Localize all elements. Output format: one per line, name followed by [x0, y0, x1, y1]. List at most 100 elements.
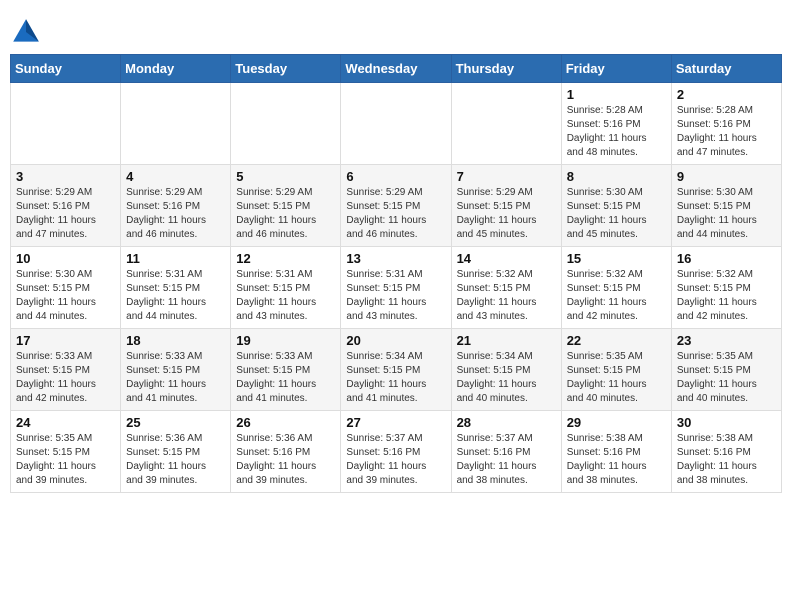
day-info: Sunrise: 5:34 AMSunset: 5:15 PMDaylight:…: [346, 350, 445, 406]
weekday-header: Sunday: [11, 55, 121, 83]
day-info: Sunrise: 5:37 AMSunset: 5:16 PMDaylight:…: [457, 432, 556, 488]
calendar-cell: 27 Sunrise: 5:37 AMSunset: 5:16 PMDaylig…: [341, 411, 451, 493]
calendar-cell: 16 Sunrise: 5:32 AMSunset: 5:15 PMDaylig…: [671, 247, 781, 329]
day-number: 24: [16, 415, 115, 430]
day-info: Sunrise: 5:35 AMSunset: 5:15 PMDaylight:…: [677, 350, 776, 406]
day-number: 4: [126, 169, 225, 184]
day-info: Sunrise: 5:29 AMSunset: 5:15 PMDaylight:…: [236, 186, 335, 242]
calendar-week-row: 3 Sunrise: 5:29 AMSunset: 5:16 PMDayligh…: [11, 165, 782, 247]
calendar-week-row: 10 Sunrise: 5:30 AMSunset: 5:15 PMDaylig…: [11, 247, 782, 329]
day-number: 30: [677, 415, 776, 430]
calendar-cell: [121, 83, 231, 165]
calendar-cell: 23 Sunrise: 5:35 AMSunset: 5:15 PMDaylig…: [671, 329, 781, 411]
calendar-cell: 20 Sunrise: 5:34 AMSunset: 5:15 PMDaylig…: [341, 329, 451, 411]
calendar-cell: 21 Sunrise: 5:34 AMSunset: 5:15 PMDaylig…: [451, 329, 561, 411]
day-info: Sunrise: 5:36 AMSunset: 5:15 PMDaylight:…: [126, 432, 225, 488]
calendar-cell: 8 Sunrise: 5:30 AMSunset: 5:15 PMDayligh…: [561, 165, 671, 247]
day-info: Sunrise: 5:34 AMSunset: 5:15 PMDaylight:…: [457, 350, 556, 406]
day-info: Sunrise: 5:33 AMSunset: 5:15 PMDaylight:…: [236, 350, 335, 406]
day-number: 19: [236, 333, 335, 348]
day-info: Sunrise: 5:36 AMSunset: 5:16 PMDaylight:…: [236, 432, 335, 488]
calendar-cell: 4 Sunrise: 5:29 AMSunset: 5:16 PMDayligh…: [121, 165, 231, 247]
calendar-cell: 25 Sunrise: 5:36 AMSunset: 5:15 PMDaylig…: [121, 411, 231, 493]
logo: [10, 16, 46, 48]
day-info: Sunrise: 5:30 AMSunset: 5:15 PMDaylight:…: [16, 268, 115, 324]
day-number: 5: [236, 169, 335, 184]
weekday-header: Tuesday: [231, 55, 341, 83]
calendar-header-row: SundayMondayTuesdayWednesdayThursdayFrid…: [11, 55, 782, 83]
weekday-header: Thursday: [451, 55, 561, 83]
weekday-header: Wednesday: [341, 55, 451, 83]
calendar-cell: 1 Sunrise: 5:28 AMSunset: 5:16 PMDayligh…: [561, 83, 671, 165]
calendar-cell: 14 Sunrise: 5:32 AMSunset: 5:15 PMDaylig…: [451, 247, 561, 329]
day-info: Sunrise: 5:32 AMSunset: 5:15 PMDaylight:…: [457, 268, 556, 324]
calendar-cell: 13 Sunrise: 5:31 AMSunset: 5:15 PMDaylig…: [341, 247, 451, 329]
day-number: 29: [567, 415, 666, 430]
calendar-cell: 18 Sunrise: 5:33 AMSunset: 5:15 PMDaylig…: [121, 329, 231, 411]
day-info: Sunrise: 5:28 AMSunset: 5:16 PMDaylight:…: [567, 104, 666, 160]
day-number: 25: [126, 415, 225, 430]
calendar-cell: 10 Sunrise: 5:30 AMSunset: 5:15 PMDaylig…: [11, 247, 121, 329]
day-number: 21: [457, 333, 556, 348]
day-info: Sunrise: 5:31 AMSunset: 5:15 PMDaylight:…: [346, 268, 445, 324]
day-number: 27: [346, 415, 445, 430]
day-info: Sunrise: 5:29 AMSunset: 5:16 PMDaylight:…: [126, 186, 225, 242]
calendar-cell: 9 Sunrise: 5:30 AMSunset: 5:15 PMDayligh…: [671, 165, 781, 247]
logo-icon: [10, 16, 42, 48]
day-info: Sunrise: 5:31 AMSunset: 5:15 PMDaylight:…: [126, 268, 225, 324]
day-info: Sunrise: 5:35 AMSunset: 5:15 PMDaylight:…: [567, 350, 666, 406]
calendar-cell: 24 Sunrise: 5:35 AMSunset: 5:15 PMDaylig…: [11, 411, 121, 493]
calendar-cell: 30 Sunrise: 5:38 AMSunset: 5:16 PMDaylig…: [671, 411, 781, 493]
calendar-cell: 6 Sunrise: 5:29 AMSunset: 5:15 PMDayligh…: [341, 165, 451, 247]
day-number: 7: [457, 169, 556, 184]
weekday-header: Saturday: [671, 55, 781, 83]
day-number: 22: [567, 333, 666, 348]
calendar-cell: 12 Sunrise: 5:31 AMSunset: 5:15 PMDaylig…: [231, 247, 341, 329]
day-info: Sunrise: 5:33 AMSunset: 5:15 PMDaylight:…: [16, 350, 115, 406]
calendar-cell: [451, 83, 561, 165]
calendar-cell: 3 Sunrise: 5:29 AMSunset: 5:16 PMDayligh…: [11, 165, 121, 247]
day-number: 2: [677, 87, 776, 102]
day-number: 18: [126, 333, 225, 348]
day-number: 13: [346, 251, 445, 266]
calendar-table: SundayMondayTuesdayWednesdayThursdayFrid…: [10, 54, 782, 493]
day-info: Sunrise: 5:35 AMSunset: 5:15 PMDaylight:…: [16, 432, 115, 488]
day-info: Sunrise: 5:30 AMSunset: 5:15 PMDaylight:…: [677, 186, 776, 242]
day-info: Sunrise: 5:30 AMSunset: 5:15 PMDaylight:…: [567, 186, 666, 242]
calendar-cell: 26 Sunrise: 5:36 AMSunset: 5:16 PMDaylig…: [231, 411, 341, 493]
day-number: 28: [457, 415, 556, 430]
day-info: Sunrise: 5:29 AMSunset: 5:15 PMDaylight:…: [457, 186, 556, 242]
day-number: 1: [567, 87, 666, 102]
day-number: 14: [457, 251, 556, 266]
day-info: Sunrise: 5:38 AMSunset: 5:16 PMDaylight:…: [677, 432, 776, 488]
day-info: Sunrise: 5:28 AMSunset: 5:16 PMDaylight:…: [677, 104, 776, 160]
calendar-cell: 11 Sunrise: 5:31 AMSunset: 5:15 PMDaylig…: [121, 247, 231, 329]
day-info: Sunrise: 5:32 AMSunset: 5:15 PMDaylight:…: [567, 268, 666, 324]
weekday-header: Monday: [121, 55, 231, 83]
calendar-cell: 15 Sunrise: 5:32 AMSunset: 5:15 PMDaylig…: [561, 247, 671, 329]
day-number: 23: [677, 333, 776, 348]
day-info: Sunrise: 5:33 AMSunset: 5:15 PMDaylight:…: [126, 350, 225, 406]
calendar-cell: [231, 83, 341, 165]
calendar-cell: 7 Sunrise: 5:29 AMSunset: 5:15 PMDayligh…: [451, 165, 561, 247]
day-number: 12: [236, 251, 335, 266]
day-info: Sunrise: 5:37 AMSunset: 5:16 PMDaylight:…: [346, 432, 445, 488]
day-info: Sunrise: 5:38 AMSunset: 5:16 PMDaylight:…: [567, 432, 666, 488]
calendar-cell: 2 Sunrise: 5:28 AMSunset: 5:16 PMDayligh…: [671, 83, 781, 165]
page-header: [10, 10, 782, 48]
day-number: 26: [236, 415, 335, 430]
calendar-cell: [11, 83, 121, 165]
day-number: 6: [346, 169, 445, 184]
day-number: 11: [126, 251, 225, 266]
calendar-cell: 17 Sunrise: 5:33 AMSunset: 5:15 PMDaylig…: [11, 329, 121, 411]
day-number: 8: [567, 169, 666, 184]
calendar-cell: 28 Sunrise: 5:37 AMSunset: 5:16 PMDaylig…: [451, 411, 561, 493]
calendar-cell: 5 Sunrise: 5:29 AMSunset: 5:15 PMDayligh…: [231, 165, 341, 247]
calendar-cell: 22 Sunrise: 5:35 AMSunset: 5:15 PMDaylig…: [561, 329, 671, 411]
day-number: 10: [16, 251, 115, 266]
day-info: Sunrise: 5:32 AMSunset: 5:15 PMDaylight:…: [677, 268, 776, 324]
day-info: Sunrise: 5:29 AMSunset: 5:15 PMDaylight:…: [346, 186, 445, 242]
day-info: Sunrise: 5:29 AMSunset: 5:16 PMDaylight:…: [16, 186, 115, 242]
day-number: 20: [346, 333, 445, 348]
day-number: 3: [16, 169, 115, 184]
